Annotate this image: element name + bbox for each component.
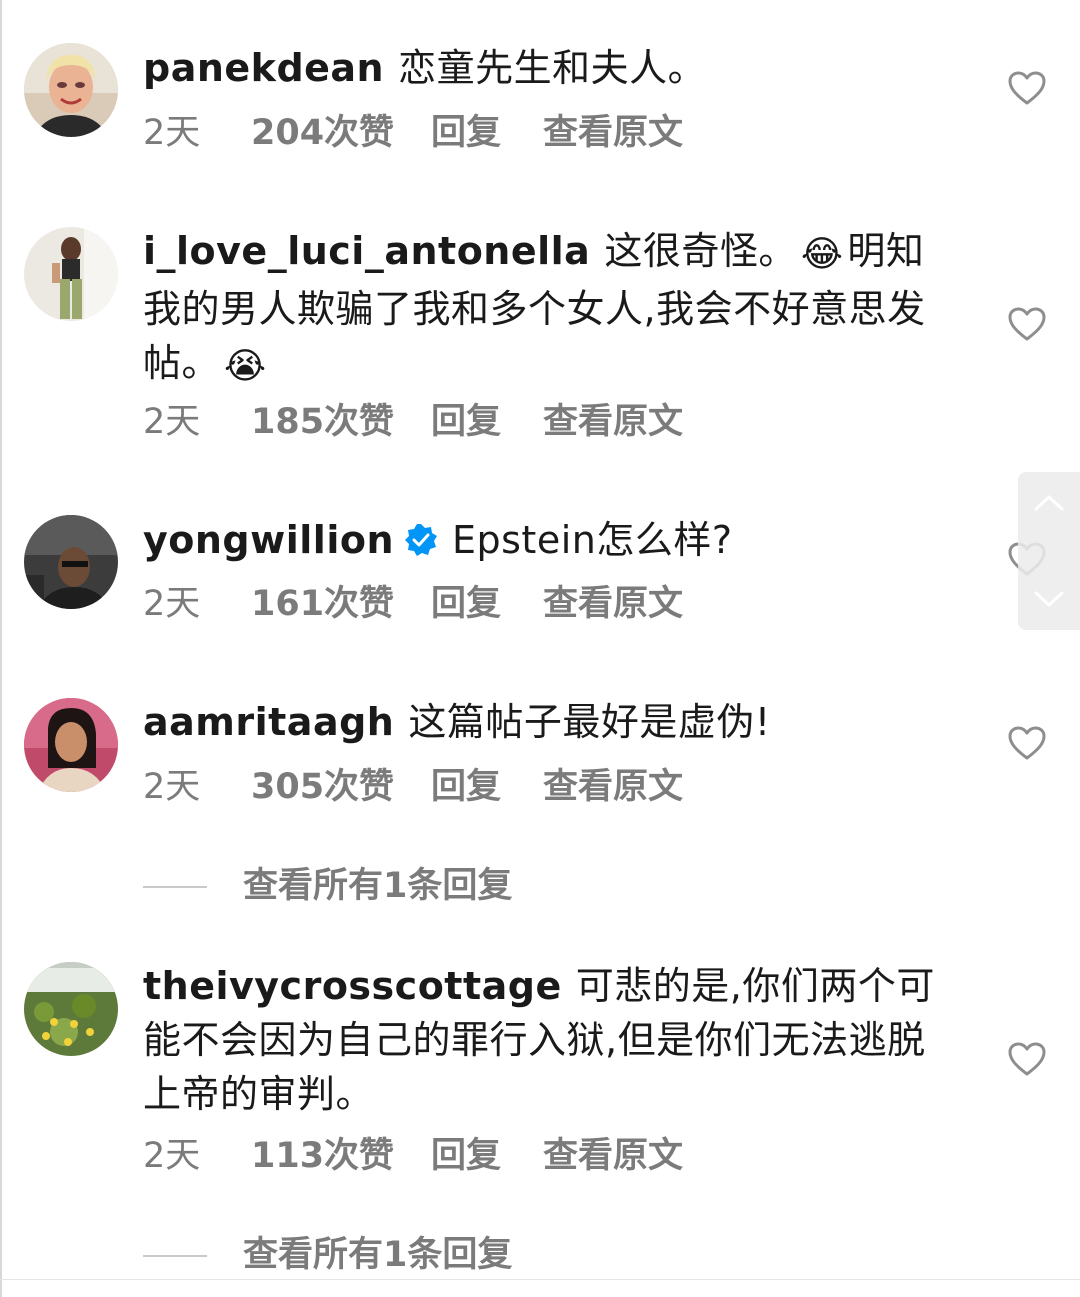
- crying-emoji-icon: 😭: [224, 346, 267, 387]
- reply-button[interactable]: 回复: [431, 397, 501, 447]
- comment-body: theivycrosscottage 可悲的是,你们两个可能不会因为自己的罪行入狱…: [143, 959, 958, 1121]
- verified-badge-icon: [405, 524, 437, 556]
- reply-button[interactable]: 回复: [431, 108, 501, 158]
- comment-username[interactable]: i_love_luci_antonella: [143, 229, 590, 273]
- comment-username[interactable]: aamritaagh: [143, 700, 394, 744]
- comment-body: yongwillion Epstein怎么样?: [143, 513, 958, 567]
- view-original-button[interactable]: 查看原文: [543, 762, 683, 812]
- chevron-up-icon[interactable]: [1033, 492, 1065, 512]
- avatar[interactable]: [24, 43, 118, 137]
- avatar[interactable]: [24, 227, 118, 321]
- avatar[interactable]: [24, 698, 118, 792]
- bottom-divider: [0, 1279, 1080, 1280]
- heart-icon[interactable]: [1007, 70, 1047, 106]
- heart-icon[interactable]: [1007, 306, 1047, 342]
- comment-body: i_love_luci_antonella 这很奇怪。 😂 明知我的男人欺骗了我和多个…: [143, 224, 958, 394]
- comment-text: 恋童先生和夫人。: [398, 46, 707, 90]
- view-replies-label: 查看所有1条回复: [243, 866, 513, 906]
- laughing-emoji-icon: 😂: [800, 234, 844, 275]
- comment-time: 2天: [143, 767, 201, 807]
- view-original-button[interactable]: 查看原文: [543, 1131, 683, 1181]
- comment-username[interactable]: yongwillion: [143, 518, 394, 562]
- scroll-control[interactable]: [1018, 472, 1080, 630]
- comment-likes[interactable]: 305次赞: [251, 762, 394, 812]
- comment-time: 2天: [143, 402, 201, 442]
- comment-body: aamritaagh 这篇帖子最好是虚伪!: [143, 695, 958, 749]
- view-original-button[interactable]: 查看原文: [543, 108, 683, 158]
- comment-likes[interactable]: 204次赞: [251, 108, 394, 158]
- comment-text: 这很奇怪。: [604, 229, 797, 273]
- view-original-button[interactable]: 查看原文: [543, 397, 683, 447]
- view-replies-button[interactable]: 查看所有1条回复: [143, 861, 743, 911]
- heart-icon[interactable]: [1007, 1041, 1047, 1077]
- avatar[interactable]: [24, 515, 118, 609]
- comment-time: 2天: [143, 584, 201, 624]
- reply-button[interactable]: 回复: [431, 1131, 501, 1181]
- comment-body: panekdean 恋童先生和夫人。: [143, 41, 958, 95]
- chevron-down-icon[interactable]: [1033, 590, 1065, 610]
- comment-username[interactable]: panekdean: [143, 46, 384, 90]
- reply-button[interactable]: 回复: [431, 762, 501, 812]
- replies-divider-line: [143, 1255, 207, 1257]
- comment-text: Epstein怎么样?: [452, 518, 733, 562]
- view-original-button[interactable]: 查看原文: [543, 579, 683, 629]
- avatar[interactable]: [24, 962, 118, 1056]
- comment-username[interactable]: theivycrosscottage: [143, 964, 562, 1008]
- replies-divider-line: [143, 886, 207, 888]
- heart-icon[interactable]: [1007, 725, 1047, 761]
- reply-button[interactable]: 回复: [431, 579, 501, 629]
- view-replies-button[interactable]: 查看所有1条回复: [143, 1230, 743, 1280]
- comment-likes[interactable]: 113次赞: [251, 1131, 394, 1181]
- comment-likes[interactable]: 185次赞: [251, 397, 394, 447]
- comment-time: 2天: [143, 1136, 201, 1176]
- left-edge-divider: [0, 0, 2, 1297]
- comment-likes[interactable]: 161次赞: [251, 579, 394, 629]
- view-replies-label: 查看所有1条回复: [243, 1235, 513, 1275]
- comment-time: 2天: [143, 113, 201, 153]
- comment-text: 这篇帖子最好是虚伪!: [408, 700, 771, 744]
